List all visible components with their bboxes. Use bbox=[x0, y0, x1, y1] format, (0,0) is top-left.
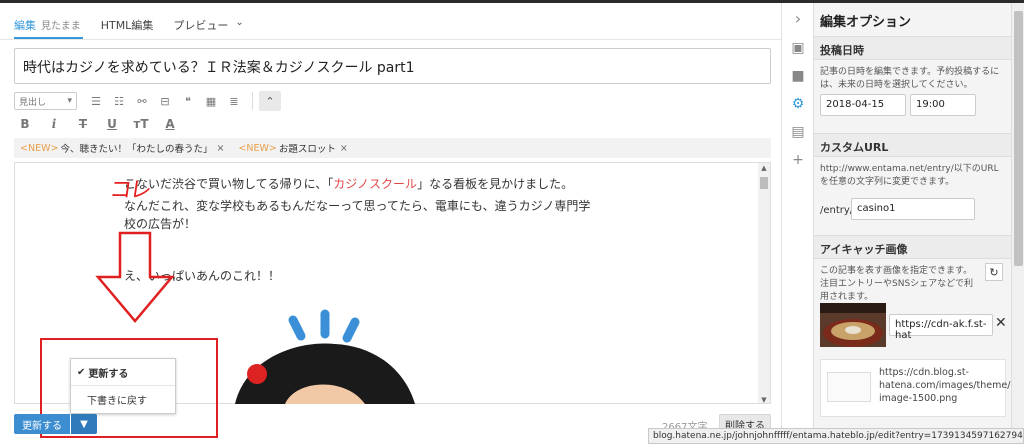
annotation-arrow bbox=[95, 231, 175, 323]
options-panel: 編集オプション 投稿日時 記事の日時を編集できます。予約投稿するには、未来の日時… bbox=[813, 3, 1011, 444]
heading-select[interactable]: 見出し ▾ bbox=[14, 92, 77, 110]
article-illustration bbox=[235, 309, 415, 404]
tab-wysiwyg-label: 編集 bbox=[14, 19, 36, 32]
caret-down-icon: ▾ bbox=[67, 96, 72, 106]
topic-tag[interactable]: <NEW> 今、聴きたい！「わたしの春うた」 × bbox=[20, 141, 224, 156]
eyecatch-candidate-card[interactable]: https://cdn.blog.st-hatena.com/images/th… bbox=[820, 359, 1011, 417]
custom-url-heading: カスタムURL bbox=[814, 133, 1011, 157]
eyecatch-heading: アイキャッチ画像 bbox=[814, 235, 1011, 259]
character-ribbon bbox=[247, 364, 267, 384]
panel-scrollbar[interactable] bbox=[1011, 3, 1024, 444]
heading-select-value: 見出し bbox=[19, 97, 47, 108]
topic-tag-bar: <NEW> 今、聴きたい！「わたしの春うた」 × <NEW> お題スロット × bbox=[14, 138, 771, 158]
custom-url-section: カスタムURL http://www.entama.net/entry/以下のU… bbox=[814, 133, 1011, 220]
custom-url-input[interactable]: casino1 bbox=[851, 198, 975, 220]
table-icon[interactable]: ▦ bbox=[200, 91, 222, 111]
tab-wysiwyg[interactable]: 編集 見たまま bbox=[14, 11, 83, 39]
tag-new-badge: <NEW> bbox=[20, 142, 59, 154]
numbered-list-icon[interactable]: ☷ bbox=[108, 91, 130, 111]
image-placeholder-icon bbox=[827, 372, 871, 402]
sweat-drop bbox=[288, 315, 306, 341]
bullet-list-icon[interactable]: ☰ bbox=[85, 91, 107, 111]
topic-tag[interactable]: <NEW> お題スロット × bbox=[238, 141, 348, 156]
underline-icon[interactable]: U bbox=[101, 114, 123, 134]
side-icon-rail: › ▣ ■ ⚙ ▤ + bbox=[781, 3, 813, 444]
close-icon[interactable]: ✕ bbox=[995, 315, 1007, 331]
body-line: 校の広告が！ bbox=[124, 217, 197, 231]
chevron-down-icon[interactable]: ▼ bbox=[71, 414, 97, 434]
format-toolbar-2: B i T U тT A bbox=[14, 113, 188, 135]
tab-html[interactable]: HTML編集 bbox=[101, 11, 154, 39]
title-input[interactable]: 時代はカジノを求めている？ＩＲ法案＆カジノスクール part1 bbox=[14, 48, 771, 84]
body-text: 」なる看板を見かけました。 bbox=[417, 177, 574, 191]
chevron-down-icon: ⌄ bbox=[235, 17, 244, 28]
photo-upload-icon[interactable]: ▣ bbox=[782, 37, 814, 59]
body-line: こないだ渋谷で買い物してる帰りに、「カジノスクール」なる看板を見かけました。 bbox=[124, 175, 644, 193]
more-toolbar-icon[interactable]: ≣ bbox=[223, 91, 245, 111]
chevron-right-icon[interactable]: › bbox=[782, 7, 814, 29]
horizontal-rule-icon[interactable]: ⊟ bbox=[154, 91, 176, 111]
thumb-wheel-center bbox=[845, 326, 861, 334]
body-line: え、いっぱいあんのこれ！！ bbox=[124, 269, 281, 283]
date-input[interactable]: 2018-04-15 bbox=[820, 94, 906, 116]
link-icon[interactable]: ⚯ bbox=[131, 91, 153, 111]
strikethrough-icon[interactable]: T bbox=[72, 114, 94, 134]
tab-preview-label: プレビュー bbox=[173, 19, 229, 32]
eyecatch-url-input[interactable]: https://cdn-ak.f.st-hat bbox=[889, 314, 993, 341]
scroll-up-icon[interactable]: ▲ bbox=[758, 163, 770, 173]
plus-icon[interactable]: + bbox=[782, 149, 814, 171]
editor-mode-tabs: 編集 見たまま HTML編集 プレビュー ⌄ bbox=[14, 11, 244, 41]
tabs-divider bbox=[0, 39, 781, 40]
app: 編集 見たまま HTML編集 プレビュー ⌄ 時代はカジノを求めている？ＩＲ法案… bbox=[0, 0, 1024, 444]
close-icon[interactable]: × bbox=[340, 143, 348, 154]
update-button[interactable]: 更新する bbox=[14, 414, 70, 434]
tag-label: 今、聴きたい！「わたしの春うた」 bbox=[60, 144, 213, 155]
tab-html-label: HTML編集 bbox=[100, 19, 154, 32]
article-body[interactable]: こないだ渋谷で買い物してる帰りに、「カジノスクール」なる看板を見かけました。 な… bbox=[124, 175, 644, 285]
close-icon[interactable]: × bbox=[216, 143, 224, 154]
content-scrollbar[interactable]: ▲ ▼ bbox=[758, 163, 770, 403]
eyecatch-desc: この記事を表す画像を指定できます。注目エントリーやSNSシェアなどで利用されます… bbox=[820, 266, 973, 302]
time-input[interactable]: 19:00 bbox=[910, 94, 976, 116]
candidate-url: https://cdn.blog.st-hatena.com/images/th… bbox=[879, 367, 1011, 404]
body-text: こないだ渋谷で買い物してる帰りに、「 bbox=[124, 177, 334, 191]
tag-label: お題スロット bbox=[278, 144, 336, 155]
eyecatch-section: アイキャッチ画像 この記事を表す画像を指定できます。注目エントリーやSNSシェア… bbox=[814, 235, 1011, 444]
status-url-bar: blog.hatena.ne.jp/johnjohnfffff/entama.h… bbox=[648, 428, 1024, 444]
tag-new-badge: <NEW> bbox=[238, 142, 277, 154]
document-icon[interactable]: ▤ bbox=[782, 121, 814, 143]
refresh-icon[interactable]: ↻ bbox=[985, 263, 1003, 281]
thumb-top bbox=[820, 303, 886, 313]
highlighted-text: カジノスクール bbox=[333, 177, 418, 191]
update-split-button: 更新する ▼ bbox=[14, 414, 97, 434]
format-toolbar: 見出し ▾ ☰ ☷ ⚯ ⊟ ❝ ▦ ≣ ⌃ bbox=[14, 89, 771, 113]
sweat-drop bbox=[342, 317, 360, 343]
panel-title: 編集オプション bbox=[820, 15, 912, 30]
text-color-icon[interactable]: A bbox=[159, 114, 181, 134]
url-prefix: /entry/ bbox=[820, 205, 854, 216]
tab-preview[interactable]: プレビュー ⌄ bbox=[173, 11, 243, 39]
font-size-icon[interactable]: тT bbox=[130, 114, 152, 134]
body-line: なんだこれ、変な学校もあるもんだなーって思ってたら、電車にも、違うカジノ専門学 bbox=[124, 199, 591, 213]
post-date-heading: 投稿日時 bbox=[814, 36, 1011, 60]
scroll-thumb[interactable] bbox=[760, 177, 768, 189]
gear-icon[interactable]: ⚙ bbox=[782, 93, 814, 115]
collapse-toolbar-icon[interactable]: ⌃ bbox=[259, 91, 281, 111]
post-date-desc: 記事の日時を編集できます。予約投稿するには、未来の日時を選択してください。 bbox=[820, 67, 1000, 90]
post-date-section: 投稿日時 記事の日時を編集できます。予約投稿するには、未来の日時を選択してくださ… bbox=[814, 36, 1011, 116]
annotation-text: コレ bbox=[107, 178, 152, 203]
quote-icon[interactable]: ❝ bbox=[177, 91, 199, 111]
custom-url-desc: http://www.entama.net/entry/以下のURLを任意の文字… bbox=[820, 164, 999, 187]
panel-scroll-thumb[interactable] bbox=[1014, 11, 1023, 266]
scroll-down-icon[interactable]: ▼ bbox=[758, 395, 770, 403]
eyecatch-thumbnail[interactable] bbox=[820, 303, 886, 347]
tab-wysiwyg-sub: 見たまま bbox=[41, 21, 81, 32]
annotation-arrow-shape bbox=[95, 231, 175, 323]
folder-icon[interactable]: ■ bbox=[782, 65, 814, 87]
italic-icon[interactable]: i bbox=[43, 114, 65, 134]
bold-icon[interactable]: B bbox=[14, 114, 36, 134]
toolbar-divider bbox=[252, 92, 253, 110]
